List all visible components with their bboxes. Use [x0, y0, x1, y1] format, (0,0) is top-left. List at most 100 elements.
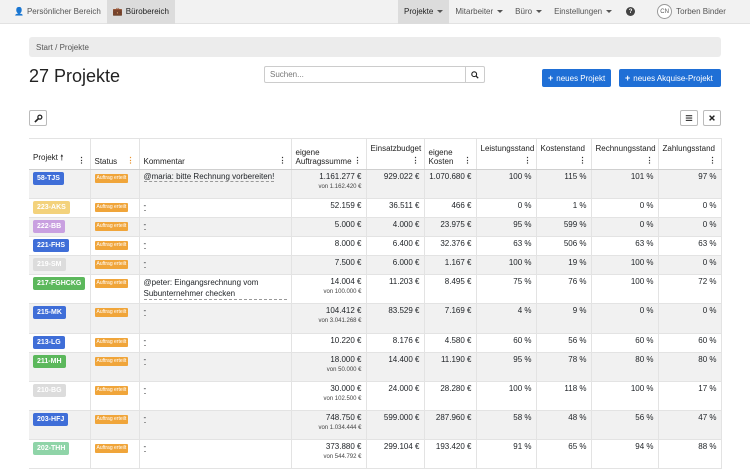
comment-text[interactable]: -: [143, 239, 147, 249]
column-menu-icon[interactable]: ⋮: [279, 156, 287, 165]
user-menu[interactable]: CN Torben Binder: [643, 0, 732, 24]
column-menu-icon[interactable]: ⋮: [78, 156, 86, 165]
user-icon: 👤: [14, 7, 24, 16]
project-tag[interactable]: 221-FHS: [33, 239, 70, 252]
search-input[interactable]: [264, 66, 466, 83]
column-menu-icon[interactable]: ⋮: [412, 156, 420, 165]
comment-text[interactable]: -: [143, 336, 147, 346]
table-row[interactable]: 215-MK Auftrag erteilt - 104.412 € von 3.041…: [29, 303, 722, 334]
project-tag[interactable]: 58-TJS: [33, 172, 64, 185]
comment-text[interactable]: -: [143, 306, 147, 316]
chevron-down-icon: [437, 10, 444, 13]
cost-status-cell: 115 %: [536, 169, 592, 199]
col-header-status[interactable]: Status ⋮: [90, 138, 140, 170]
comment-text[interactable]: @maria: bitte Rechnung vorbereiten!: [143, 172, 275, 182]
column-menu-icon[interactable]: ⋮: [709, 156, 717, 165]
col-header-kosten-label: eigene Kosten: [428, 148, 454, 166]
order-sum: 1.161.277 €: [319, 172, 362, 181]
table-row[interactable]: 219-SM Auftrag erteilt - 7.500 € 6.000 €1.16…: [29, 255, 722, 275]
col-header-auftragssumme[interactable]: eigene Auftragssumme ⋮: [291, 138, 367, 170]
status-badge: Auftrag erteilt: [94, 222, 129, 231]
search-bar: [264, 66, 485, 83]
col-header-zahlungsstand[interactable]: Zahlungsstand ⋮: [658, 138, 722, 170]
comment-text[interactable]: -: [143, 413, 147, 423]
plus-icon: +: [625, 73, 631, 83]
payment-status-cell: 72 %: [658, 274, 722, 304]
cost-cell: 1.070.680 €: [424, 169, 477, 199]
table-row[interactable]: 213-LG Auftrag erteilt - 10.220 € 8.176 €4.5…: [29, 333, 722, 353]
tab-office-area[interactable]: 💼 Bürobereich: [106, 0, 175, 24]
col-header-einsatzbudget-label: Einsatzbudget: [370, 144, 422, 153]
column-menu-icon[interactable]: ⋮: [579, 156, 587, 165]
comment-text[interactable]: @peter: Eingangsrechnung vom Subunterneh…: [143, 277, 287, 300]
table-row[interactable]: 221-FHS Auftrag erteilt - 8.000 € 6.400 €32.…: [29, 236, 722, 256]
search-button[interactable]: [466, 66, 485, 83]
project-tag[interactable]: 211-MH: [33, 355, 66, 368]
col-header-kommentar[interactable]: Kommentar ⋮: [139, 138, 292, 170]
col-header-kostenstand[interactable]: Kostenstand ⋮: [536, 138, 592, 170]
new-acquisition-button[interactable]: + neues Akquise-Projekt: [619, 69, 721, 87]
project-tag[interactable]: 223-AKS: [33, 201, 70, 214]
breadcrumb[interactable]: Start / Projekte: [29, 37, 721, 57]
table-row[interactable]: 210-BG Auftrag erteilt - 30.000 € von 102.50…: [29, 381, 722, 411]
tab-personal-area[interactable]: 👤 Persönlicher Bereich: [8, 0, 107, 24]
project-tag[interactable]: 202-THH: [33, 442, 70, 455]
column-menu-icon[interactable]: ⋮: [646, 156, 654, 165]
close-button[interactable]: [703, 110, 721, 126]
comment-text[interactable]: -: [143, 442, 147, 452]
invoice-status-cell: 100 %: [591, 255, 659, 275]
project-tag[interactable]: 219-SM: [33, 258, 66, 271]
table-row[interactable]: 223-AKS Auftrag erteilt - 52.159 € 36.511 €4…: [29, 198, 722, 218]
status-badge: Auftrag erteilt: [94, 241, 129, 250]
menu-buero[interactable]: Büro: [509, 0, 548, 24]
sort-up-icon: 🠕: [60, 153, 64, 162]
comment-text[interactable]: -: [143, 201, 147, 211]
help-icon[interactable]: ?: [626, 7, 636, 16]
order-sum: 748.750 €: [325, 413, 362, 422]
comment-text[interactable]: -: [143, 384, 147, 394]
menu-projekte-label: Projekte: [404, 7, 434, 16]
list-view-button[interactable]: [680, 110, 698, 126]
payment-status-cell: 0 %: [658, 303, 722, 334]
project-tag[interactable]: 213-LG: [33, 336, 65, 349]
cost-status-cell: 56 %: [536, 333, 592, 353]
table-row[interactable]: 217-FGHCKG Auftrag erteilt @peter: Eingang…: [29, 274, 722, 304]
col-header-rechnungsstand[interactable]: Rechnungsstand ⋮: [591, 138, 659, 170]
order-sum: 18.000 €: [330, 355, 362, 364]
invoice-status-cell: 0 %: [591, 198, 659, 218]
project-tag[interactable]: 203-HFJ: [33, 413, 69, 426]
project-tag[interactable]: 217-FGHCKG: [33, 277, 86, 290]
payment-status-cell: 63 %: [658, 236, 722, 256]
comment-text[interactable]: -: [143, 258, 147, 268]
performance-cell: 95 %: [476, 217, 537, 237]
cost-cell: 32.376 €: [424, 236, 477, 256]
table-row[interactable]: 202-THH Auftrag erteilt - 373.880 € von 544.…: [29, 439, 722, 469]
menu-einstellungen[interactable]: Einstellungen: [548, 0, 618, 24]
project-tag[interactable]: 215-MK: [33, 306, 66, 319]
column-menu-icon[interactable]: ⋮: [127, 156, 135, 165]
comment-text[interactable]: -: [143, 220, 147, 230]
project-tag[interactable]: 222-BB: [33, 220, 66, 233]
cost-status-cell: 65 %: [536, 439, 592, 469]
menu-projekte[interactable]: Projekte: [398, 0, 450, 24]
column-menu-icon[interactable]: ⋮: [524, 156, 532, 165]
top-navbar: 👤 Persönlicher Bereich 💼 Bürobereich Pro…: [0, 0, 750, 24]
col-header-projekt[interactable]: Projekt 🠕 ⋮: [29, 138, 91, 170]
table-row[interactable]: 58-TJS Auftrag erteilt @maria: bitte Rechn…: [29, 169, 722, 199]
table-row[interactable]: 203-HFJ Auftrag erteilt - 748.750 € von 1.03…: [29, 410, 722, 440]
table-row[interactable]: 211-MH Auftrag erteilt - 18.000 € von 50.000…: [29, 352, 722, 382]
new-project-button[interactable]: + neues Projekt: [542, 69, 612, 87]
menu-mitarbeiter[interactable]: Mitarbeiter: [449, 0, 509, 24]
table-row[interactable]: 222-BB Auftrag erteilt - 5.000 € 4.000 €23.9…: [29, 217, 722, 237]
cost-cell: 28.280 €: [424, 381, 477, 411]
project-tag[interactable]: 210-BG: [33, 384, 66, 397]
col-header-leistungsstand[interactable]: Leistungsstand ⋮: [476, 138, 537, 170]
cost-cell: 23.975 €: [424, 217, 477, 237]
comment-text[interactable]: -: [143, 355, 147, 365]
col-header-kosten[interactable]: eigene Kosten ⋮: [424, 138, 477, 170]
payment-status-cell: 88 %: [658, 439, 722, 469]
column-menu-icon[interactable]: ⋮: [354, 156, 362, 165]
column-menu-icon[interactable]: ⋮: [464, 156, 472, 165]
col-header-einsatzbudget[interactable]: Einsatzbudget ⋮: [366, 138, 425, 170]
wrench-button[interactable]: [29, 110, 47, 126]
